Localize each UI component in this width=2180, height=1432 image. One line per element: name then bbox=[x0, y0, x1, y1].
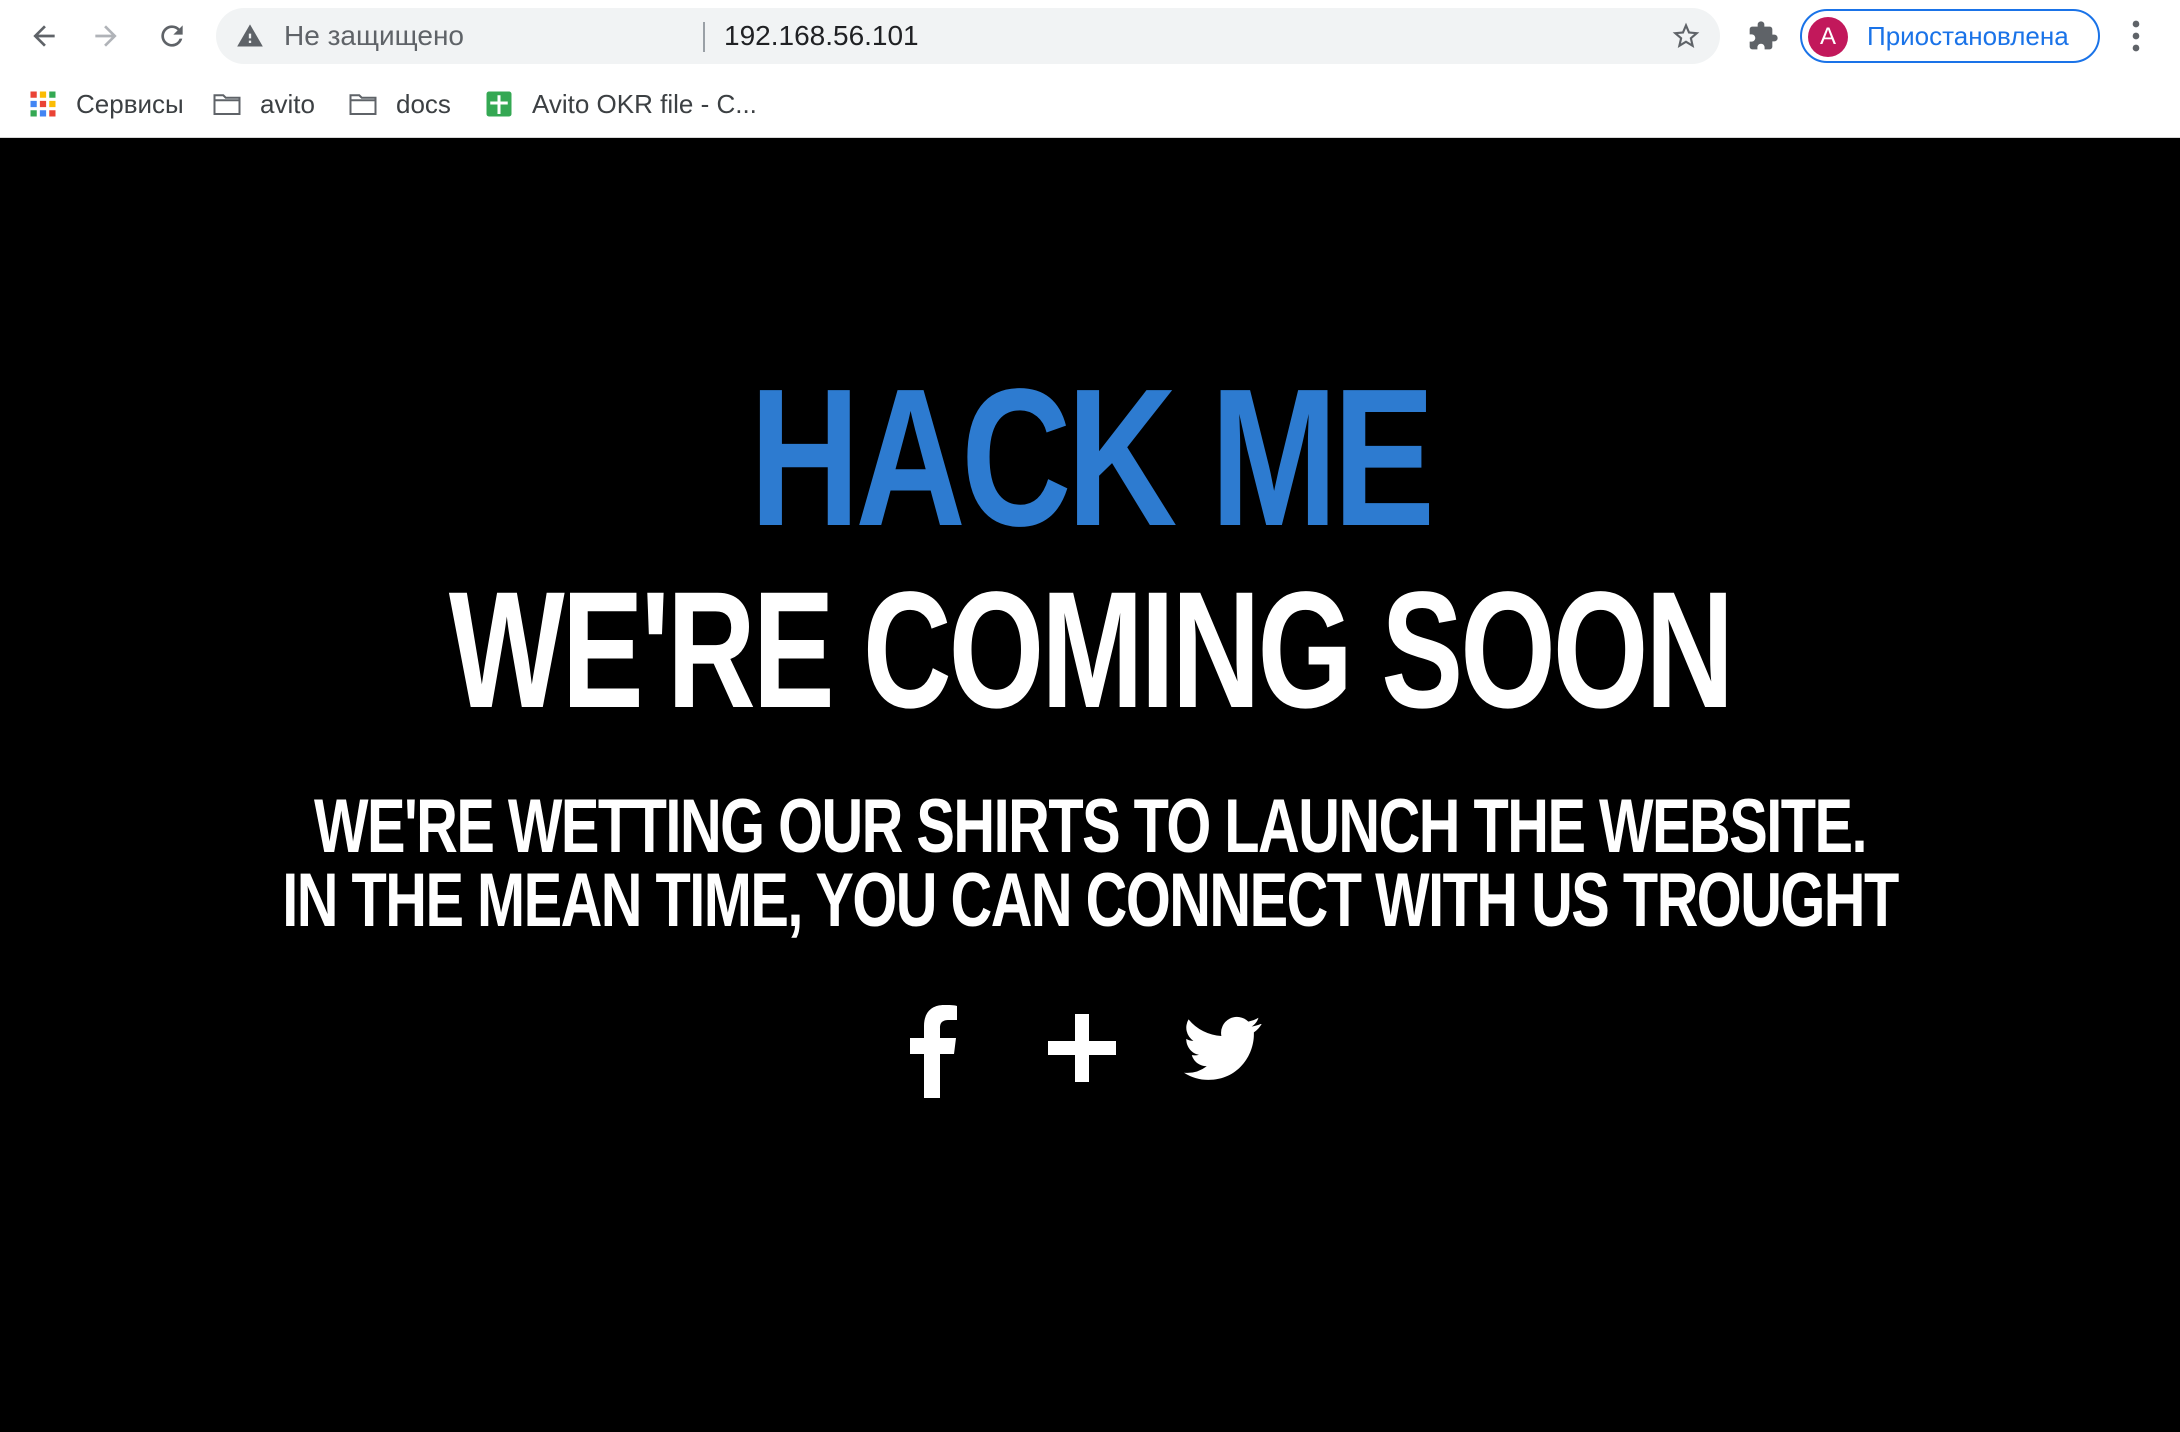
bookmark-folder-avito[interactable]: avito bbox=[212, 82, 315, 126]
forward-arrow-icon bbox=[95, 25, 117, 47]
omnibox-divider bbox=[703, 22, 705, 52]
page-title: HACK ME bbox=[749, 348, 1435, 567]
page-message: WE'RE WETTING OUR SHIRTS TO LAUNCH THE W… bbox=[262, 784, 1919, 943]
profile-status-label: Приостановлена bbox=[1867, 21, 2069, 51]
bookmark-label: Avito OKR file - C... bbox=[532, 88, 757, 119]
extensions-puzzle-icon[interactable] bbox=[1747, 20, 1779, 52]
facebook-link[interactable] bbox=[902, 998, 962, 1098]
bookmark-folder-docs[interactable]: docs bbox=[348, 82, 451, 126]
browser-toolbar: Не защищено 192.168.56.101 A Приостановл… bbox=[0, 0, 2180, 72]
google-sheets-icon bbox=[486, 91, 512, 117]
twitter-link[interactable] bbox=[1184, 998, 1262, 1098]
bookmark-label: Сервисы bbox=[76, 88, 184, 119]
apps-grid-icon bbox=[30, 91, 56, 117]
page-content: HACK ME WE'RE COMING SOON WE'RE WETTING … bbox=[0, 138, 2180, 1432]
back-arrow-icon bbox=[33, 25, 55, 47]
reload-icon bbox=[161, 25, 183, 47]
facebook-icon bbox=[910, 1005, 957, 1098]
bookmark-star-icon[interactable] bbox=[1670, 20, 1702, 52]
bookmark-label: docs bbox=[396, 88, 451, 119]
bookmark-label: avito bbox=[260, 88, 315, 119]
message-line: IN THE MEAN TIME, YOU CAN CONNECT WITH U… bbox=[282, 858, 1899, 943]
bookmark-okr-file[interactable]: Avito OKR file - C... bbox=[484, 82, 757, 126]
page-headline: WE'RE COMING SOON bbox=[448, 558, 1734, 743]
more-vert-icon[interactable] bbox=[2120, 16, 2152, 56]
warning-icon[interactable] bbox=[236, 22, 264, 50]
folder-icon bbox=[349, 94, 377, 115]
twitter-icon bbox=[1184, 1016, 1262, 1080]
message-line: WE'RE WETTING OUR SHIRTS TO LAUNCH THE W… bbox=[313, 784, 1868, 869]
url-text[interactable]: 192.168.56.101 bbox=[724, 8, 919, 64]
forward-button[interactable] bbox=[78, 8, 134, 64]
reload-button[interactable] bbox=[144, 8, 200, 64]
back-button[interactable] bbox=[16, 8, 72, 64]
google-plus-link[interactable] bbox=[1046, 998, 1118, 1098]
bookmark-apps[interactable]: Сервисы bbox=[28, 82, 184, 126]
google-plus-icon bbox=[1048, 1014, 1116, 1082]
avatar: A bbox=[1808, 17, 1848, 57]
address-bar[interactable]: Не защищено 192.168.56.101 bbox=[216, 8, 1720, 64]
profile-button[interactable]: A Приостановлена bbox=[1800, 9, 2100, 63]
folder-icon bbox=[213, 94, 241, 115]
security-label[interactable]: Не защищено bbox=[284, 8, 464, 64]
browser-chrome: Не защищено 192.168.56.101 A Приостановл… bbox=[0, 0, 2180, 138]
bookmarks-bar: Сервисы avito docs Avito OKR file - C... bbox=[0, 78, 2180, 134]
